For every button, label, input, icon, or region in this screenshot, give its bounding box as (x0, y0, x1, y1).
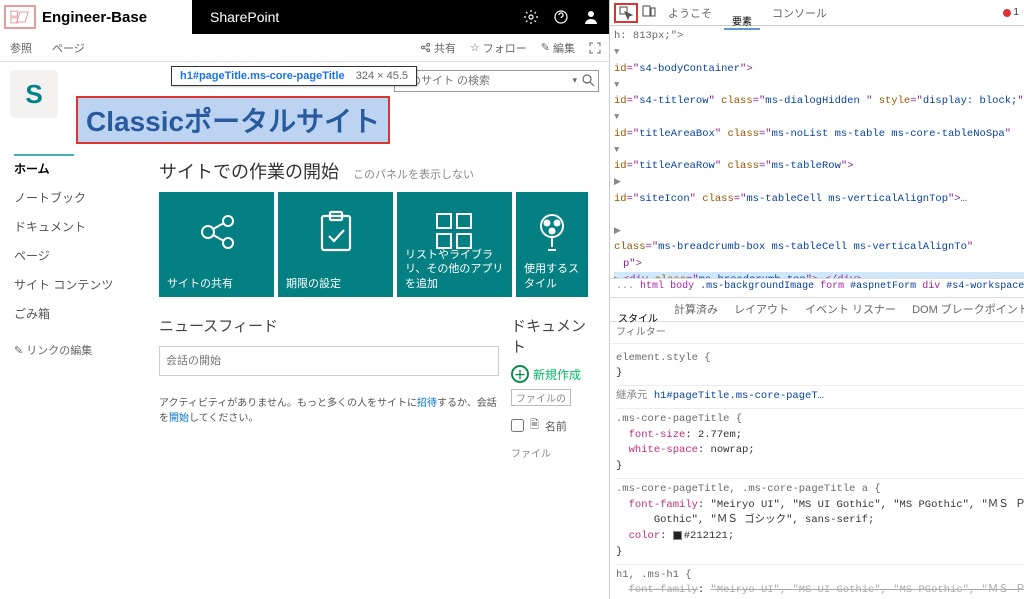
styles-tab-computed[interactable]: 計算済み (666, 301, 726, 317)
newsfeed-heading: ニュースフィード (159, 315, 499, 336)
error-count[interactable]: 1 (1003, 7, 1019, 18)
styles-tab-breakpoints[interactable]: DOM ブレークポイント (904, 301, 1024, 317)
new-document-button[interactable]: ＋ 新規作成 (511, 365, 599, 383)
tile-icon (167, 208, 266, 256)
newsfeed-input[interactable] (159, 346, 499, 376)
gear-icon[interactable] (523, 9, 539, 25)
sidebar-item[interactable]: サイト コンテンツ (14, 270, 159, 299)
tile-label: リストやライブラリ、その他のアプリを追加 (405, 248, 504, 291)
tile-icon (524, 208, 580, 256)
start-conv-link[interactable]: 開始 (169, 413, 189, 424)
getting-started-heading: サイトでの作業の開始 (159, 158, 339, 184)
promoted-tile[interactable]: 使用するスタイル (516, 192, 588, 297)
activity-message: アクティビティがありません。もっと多くの人をサイトに招待するか、会話を開始してく… (159, 394, 499, 424)
inspect-element-icon[interactable] (614, 3, 638, 23)
sidebar-item[interactable]: ごみ箱 (14, 299, 159, 328)
file-icon: 🗎 (530, 416, 539, 435)
search-scope-dropdown-icon[interactable]: ▾ (572, 75, 577, 86)
edit-button[interactable]: ✎編集 (541, 40, 575, 56)
styles-tabbar: スタイル 計算済み レイアウト イベント リスナー DOM ブレークポイント » (610, 298, 1024, 322)
brand-text: Engineer-Base (42, 9, 147, 26)
sidebar-item[interactable]: ページ (14, 241, 159, 270)
styles-pane[interactable]: element.style {} 継承元 h1#pageTitle.ms-cor… (610, 344, 1024, 599)
styles-filter-row: :hov .cls + (610, 322, 1024, 344)
site-icon[interactable]: S (10, 70, 58, 118)
styles-tab-listeners[interactable]: イベント リスナー (797, 301, 904, 317)
edit-links[interactable]: ✎ リンクの編集 (14, 342, 159, 358)
dom-tree[interactable]: h: 813px;">▼id="s4-bodyContainer">▼id="s… (610, 26, 1024, 278)
styles-tab-layout[interactable]: レイアウト (726, 301, 797, 317)
inspector-tooltip: h1#pageTitle.ms-core-pageTitle 324 × 45.… (171, 66, 417, 86)
suite-header: Engineer-Base SharePoint (0, 0, 609, 34)
quick-launch: ホームノートブックドキュメントページサイト コンテンツごみ箱 ✎ リンクの編集 (0, 144, 159, 460)
devtools-panel: ようこそ 要素 コンソール 1 43 ⋯ ✕ h: 813px;">▼id="s… (610, 0, 1024, 599)
focus-icon[interactable] (589, 40, 601, 56)
devtools-tab-console[interactable]: コンソール (764, 5, 835, 21)
name-column[interactable]: 名前 (545, 418, 567, 434)
tile-label: 期限の設定 (286, 277, 385, 291)
ribbon-tab-browse[interactable]: 参照 (0, 40, 42, 56)
page-title: Classicポータルサイト (86, 100, 380, 140)
plus-icon: ＋ (511, 365, 529, 383)
documents-heading: ドキュメント (511, 315, 599, 357)
hide-panel-link[interactable]: このパネルを表示しない (353, 166, 474, 182)
promoted-tile[interactable]: リストやライブラリ、その他のアプリを追加 (397, 192, 512, 297)
brand-icon (4, 5, 36, 29)
search-icon[interactable] (581, 73, 595, 90)
sidebar-item[interactable]: ドキュメント (14, 212, 159, 241)
page-title-highlight: Classicポータルサイト (76, 96, 390, 144)
select-all-checkbox[interactable] (511, 419, 524, 432)
styles-filter-input[interactable] (610, 325, 1024, 340)
person-icon[interactable] (583, 9, 599, 25)
share-button[interactable]: 共有 (420, 40, 456, 56)
help-icon[interactable] (553, 9, 569, 25)
promoted-tile[interactable]: 期限の設定 (278, 192, 393, 297)
tooltip-selector: h1#pageTitle.ms-core-pageTitle (180, 70, 345, 82)
file-search-input[interactable] (511, 389, 571, 406)
device-toggle-icon[interactable] (642, 4, 656, 21)
tile-label: 使用するスタイル (524, 262, 580, 291)
tile-label: サイトの共有 (167, 277, 266, 291)
docs-footer: ファイル (511, 445, 599, 460)
promoted-tiles: サイトの共有 期限の設定 リストやライブラリ、その他のアプリを追加使用するスタイル (159, 192, 599, 297)
invite-link[interactable]: 招待 (417, 398, 437, 409)
sidebar-item[interactable]: ノートブック (14, 183, 159, 212)
follow-button[interactable]: ☆フォロー (470, 40, 527, 56)
ribbon: 参照 ページ 共有 ☆フォロー ✎編集 (0, 34, 609, 62)
dom-breadcrumb[interactable]: ... html body .ms-backgroundImage form #… (610, 278, 1024, 298)
site-search-input[interactable] (394, 70, 599, 92)
sidebar-item[interactable]: ホーム (14, 154, 74, 183)
devtools-toolbar: ようこそ 要素 コンソール 1 43 ⋯ ✕ (610, 0, 1024, 26)
app-name[interactable]: SharePoint (192, 9, 297, 25)
devtools-tab-welcome[interactable]: ようこそ (660, 5, 720, 21)
tile-icon (286, 208, 385, 256)
brand-logo[interactable]: Engineer-Base (0, 0, 192, 34)
tooltip-dimensions: 324 × 45.5 (356, 70, 408, 82)
promoted-tile[interactable]: サイトの共有 (159, 192, 274, 297)
ribbon-tab-page[interactable]: ページ (42, 40, 95, 56)
